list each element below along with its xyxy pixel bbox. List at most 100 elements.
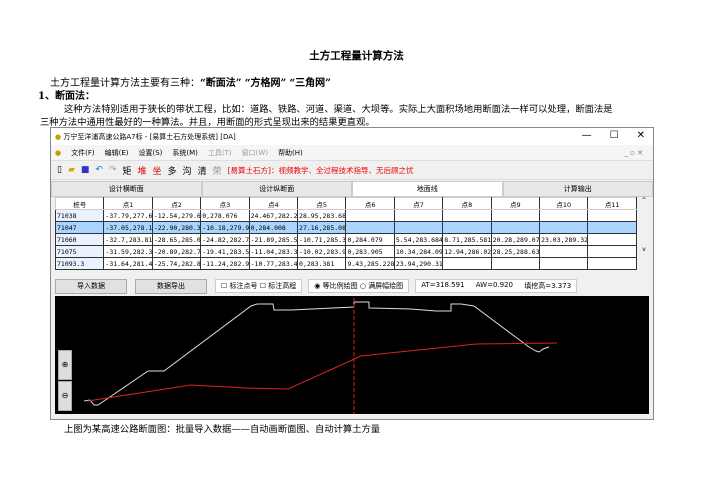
table-cell[interactable]: 23.03,289.32 (539, 233, 589, 246)
menu-window[interactable]: 窗口(W) (242, 148, 268, 158)
table-cell[interactable]: 12.94,286.02 (442, 245, 492, 258)
table-cell[interactable] (393, 209, 444, 222)
table-cell[interactable] (490, 221, 541, 234)
column-header[interactable]: 点10 (539, 197, 589, 210)
column-header[interactable]: 点11 (587, 197, 637, 210)
tool-rect[interactable]: 矩 (122, 164, 131, 177)
table-cell[interactable]: -24.82,282.7 (200, 233, 250, 246)
table-cell[interactable]: 0,278.076 (200, 209, 250, 222)
minimize-icon[interactable]: — (582, 130, 592, 141)
table-cell[interactable]: -37.79,277.6 (103, 209, 153, 222)
menu-settings[interactable]: 设置(S) (139, 148, 163, 158)
table-cell[interactable]: 5.54,283.684 (393, 233, 444, 246)
column-header[interactable]: 点7 (393, 197, 444, 210)
table-cell[interactable]: -10.02,283.9 (297, 245, 347, 258)
menu-system[interactable]: 系统(M) (172, 148, 198, 158)
table-cell[interactable] (539, 209, 589, 222)
import-data-button[interactable]: 导入数据 (55, 278, 127, 294)
table-cell[interactable]: -22.90,280.3 (151, 221, 202, 234)
table-cell[interactable]: 71093.3 (54, 257, 105, 270)
table-cell[interactable]: -37.05,278.1 (103, 221, 153, 234)
table-row[interactable]: 71060 -32.7,283.81 -28.65,285.0 -24.82,282.… (54, 233, 637, 246)
menu-tools[interactable]: 工具(T) (208, 148, 232, 158)
column-header[interactable]: 点9 (490, 197, 541, 210)
table-cell[interactable]: -11.04,283.3 (248, 245, 299, 258)
table-cell[interactable]: 8.71,285.581 (442, 233, 492, 246)
tab-design-cross-section[interactable]: 设计横断面 (51, 180, 202, 197)
table-cell[interactable]: 71038 (54, 209, 105, 222)
table-row[interactable]: 71093.3 -31.64,281.4 -25.74,282.8 -11.24,28… (54, 257, 637, 270)
table-cell[interactable] (587, 221, 637, 234)
tab-design-profile[interactable]: 设计纵断面 (201, 180, 352, 197)
menu-file[interactable]: 文件(F) (71, 148, 95, 158)
table-row[interactable]: 71075 -31.59,282.3 -20.89,282.7 -19.41,283.… (54, 245, 637, 258)
table-cell[interactable] (345, 209, 395, 222)
table-cell[interactable] (539, 245, 589, 258)
table-cell[interactable]: 10.34,284.09 (393, 245, 444, 258)
column-header[interactable]: 点1 (103, 197, 153, 210)
table-cell[interactable] (587, 209, 637, 222)
table-row[interactable]: 71038 -37.79,277.6 -12.54,279.6 0,278.076 24… (54, 209, 637, 222)
export-data-button[interactable]: 数据导出 (135, 278, 207, 294)
table-cell[interactable] (587, 257, 637, 270)
table-cell[interactable]: -28.65,285.0 (151, 233, 202, 246)
table-cell[interactable] (539, 257, 589, 270)
column-header[interactable]: 点6 (345, 197, 395, 210)
menu-help[interactable]: 帮助(H) (278, 148, 303, 158)
table-cell[interactable] (442, 221, 492, 234)
table-cell[interactable]: -11.24,282.9 (200, 257, 250, 270)
open-icon[interactable]: ▰ (68, 165, 75, 175)
table-cell[interactable]: -32.7,283.81 (103, 233, 153, 246)
table-cell[interactable]: 0,283.905 (345, 245, 395, 258)
table-cell[interactable]: 28.25,288.63 (490, 245, 541, 258)
table-cell[interactable]: 0,283.381 (297, 257, 347, 270)
menu-edit[interactable]: 编辑(E) (105, 148, 129, 158)
undo-icon[interactable]: ↶ (95, 165, 103, 175)
table-cell[interactable] (490, 257, 541, 270)
column-header[interactable]: 点4 (248, 197, 299, 210)
new-icon[interactable]: ▯ (57, 165, 62, 175)
table-cell[interactable]: 28.95,283.68 (297, 209, 347, 222)
tool-heap[interactable]: 堆 (138, 164, 147, 177)
table-cell[interactable] (442, 209, 492, 222)
equal-scale-radio[interactable]: ◉ (314, 282, 320, 290)
table-cell[interactable]: 71060 (54, 233, 105, 246)
elevation-label-checkbox[interactable]: ☐ (260, 282, 266, 290)
table-cell[interactable]: -21.89,285.5 (248, 233, 299, 246)
table-cell[interactable]: 9.43,285.228 (345, 257, 395, 270)
table-cell[interactable]: -31.59,282.3 (103, 245, 153, 258)
column-header[interactable]: 点3 (200, 197, 250, 210)
point-label-checkbox[interactable]: ☐ (221, 282, 227, 290)
column-header[interactable]: 点2 (151, 197, 202, 210)
zoom-out-icon[interactable]: ⊖ (58, 381, 72, 411)
full-screen-radio[interactable]: ○ (360, 282, 366, 290)
table-cell[interactable]: -10.18,279.9 (200, 221, 250, 234)
table-row[interactable]: 71047 -37.05,278.1 -22.90,280.3 -10.18,279.… (54, 221, 637, 234)
table-cell[interactable]: 71047 (54, 221, 105, 234)
save-icon[interactable]: ■ (81, 165, 90, 175)
tab-ground-line[interactable]: 地面线 (352, 180, 503, 197)
tool-misc[interactable]: 荣 (213, 164, 222, 177)
table-cell[interactable] (587, 233, 637, 246)
tool-clear[interactable]: 清 (198, 164, 207, 177)
tool-coord[interactable]: 坐 (153, 164, 162, 177)
table-cell[interactable]: 23.94,290.31 (393, 257, 444, 270)
table-cell[interactable]: 20.28,289.07 (490, 233, 541, 246)
mdi-controls[interactable]: _ ▫ ✕ (624, 149, 643, 157)
table-cell[interactable] (490, 209, 541, 222)
tool-ditch[interactable]: 沟 (183, 164, 192, 177)
maximize-icon[interactable]: ☐ (610, 130, 619, 141)
column-header[interactable]: 点8 (442, 197, 492, 210)
column-header[interactable]: 桩号 (54, 197, 105, 210)
table-cell[interactable]: -19.41,283.5 (200, 245, 250, 258)
table-cell[interactable] (587, 245, 637, 258)
table-cell[interactable]: 71075 (54, 245, 105, 258)
table-cell[interactable]: 0,284.079 (345, 233, 395, 246)
table-cell[interactable]: -25.74,282.8 (151, 257, 202, 270)
table-cell[interactable] (442, 257, 492, 270)
table-cell[interactable]: 0,284.008 (248, 221, 299, 234)
table-cell[interactable]: 27.16,285.08 (297, 221, 347, 234)
table-cell[interactable] (345, 221, 395, 234)
table-cell[interactable] (539, 221, 589, 234)
table-cell[interactable] (393, 221, 444, 234)
